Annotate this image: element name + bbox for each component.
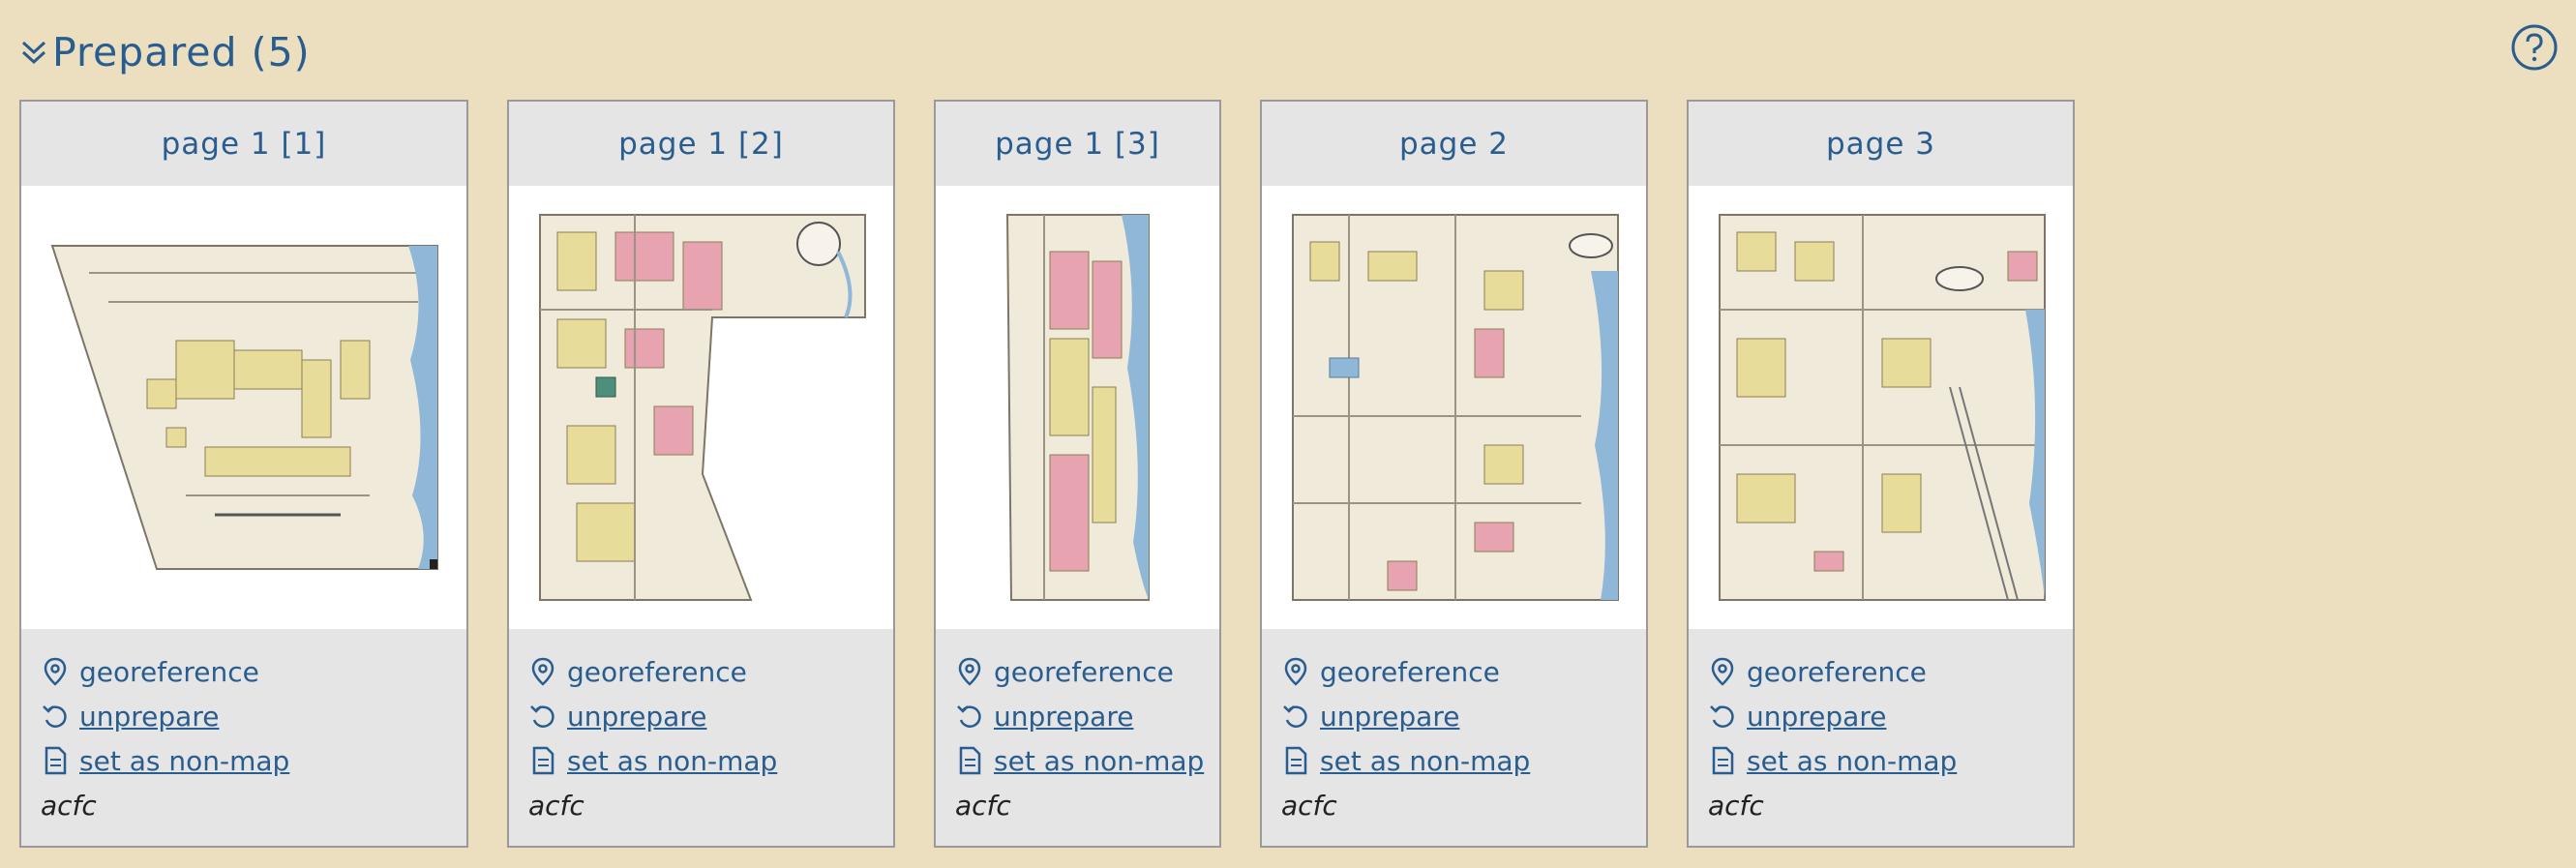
map-thumbnail[interactable] [509, 186, 893, 629]
map-pin-icon [44, 657, 67, 686]
unprepare-label: unprepare [1747, 700, 1887, 733]
card-title[interactable]: page 1 [3] [936, 102, 1219, 186]
card-title[interactable]: page 1 [1] [21, 102, 466, 186]
map-thumbnail[interactable] [936, 186, 1219, 629]
undo-icon [1283, 705, 1307, 728]
unprepare-link[interactable]: unprepare [955, 694, 1212, 738]
page-card: page 1 [1] georeference unprepare set as… [19, 100, 468, 848]
unprepare-link[interactable]: unprepare [1281, 694, 1638, 738]
card-actions: georeference unprepare set as non-map ac… [955, 649, 1212, 827]
owner-label: acfc [1281, 789, 1337, 822]
set-non-map-link[interactable]: set as non-map [1708, 738, 2065, 783]
georeference-link[interactable]: georeference [1708, 649, 2065, 694]
card-title[interactable]: page 2 [1262, 102, 1646, 186]
set-non-map-link[interactable]: set as non-map [41, 738, 459, 783]
georeference-label: georeference [1747, 655, 1927, 688]
unprepare-label: unprepare [1320, 700, 1460, 733]
undo-icon [530, 705, 554, 728]
document-icon [1285, 746, 1307, 775]
owner-label: acfc [528, 789, 584, 822]
map-pin-icon [958, 657, 981, 686]
set-non-map-label: set as non-map [994, 744, 1205, 777]
chevron-double-down-icon[interactable] [19, 31, 48, 74]
map-thumbnail[interactable] [21, 186, 466, 629]
set-non-map-link[interactable]: set as non-map [1281, 738, 1638, 783]
undo-icon [1710, 705, 1734, 728]
undo-icon [957, 705, 981, 728]
unprepare-link[interactable]: unprepare [41, 694, 459, 738]
set-non-map-link[interactable]: set as non-map [955, 738, 1212, 783]
map-thumbnail[interactable] [1689, 186, 2073, 629]
section-title: Prepared (5) [52, 29, 311, 75]
owner-label: acfc [41, 789, 97, 822]
set-non-map-label: set as non-map [79, 744, 290, 777]
help-icon[interactable] [2510, 23, 2559, 72]
unprepare-label: unprepare [567, 700, 707, 733]
page-card: page 1 [2] georeference unprepare set as… [507, 100, 895, 848]
georeference-link[interactable]: georeference [1281, 649, 1638, 694]
set-non-map-label: set as non-map [1320, 744, 1531, 777]
unprepare-link[interactable]: unprepare [1708, 694, 2065, 738]
card-actions: georeference unprepare set as non-map ac… [1281, 649, 1638, 827]
sanborn-map-sheet [539, 214, 866, 601]
georeference-link[interactable]: georeference [41, 649, 459, 694]
georeference-link[interactable]: georeference [528, 649, 885, 694]
georeference-label: georeference [994, 655, 1174, 688]
owner-label: acfc [955, 789, 1011, 822]
sanborn-map-sheet [50, 245, 438, 570]
owner-label: acfc [1708, 789, 1764, 822]
set-non-map-link[interactable]: set as non-map [528, 738, 885, 783]
document-icon [1712, 746, 1734, 775]
set-non-map-label: set as non-map [1747, 744, 1958, 777]
map-pin-icon [1284, 657, 1307, 686]
map-pin-icon [1711, 657, 1734, 686]
document-icon [959, 746, 981, 775]
georeference-label: georeference [79, 655, 259, 688]
map-pin-icon [531, 657, 554, 686]
page-card: page 2 georeference unprepare set as non… [1260, 100, 1648, 848]
document-icon [532, 746, 554, 775]
map-thumbnail[interactable] [1262, 186, 1646, 629]
unprepare-label: unprepare [994, 700, 1134, 733]
georeference-link[interactable]: georeference [955, 649, 1212, 694]
page-card: page 3 georeference unprepare set as non… [1687, 100, 2075, 848]
sanborn-map-sheet [1719, 214, 2046, 601]
document-icon [45, 746, 67, 775]
sanborn-map-sheet [1292, 214, 1619, 601]
set-non-map-label: set as non-map [567, 744, 778, 777]
card-actions: georeference unprepare set as non-map ac… [41, 649, 459, 827]
sanborn-map-sheet [1005, 214, 1150, 601]
card-title[interactable]: page 1 [2] [509, 102, 893, 186]
section-header[interactable]: Prepared (5) [19, 21, 311, 83]
unprepare-link[interactable]: unprepare [528, 694, 885, 738]
georeference-label: georeference [1320, 655, 1500, 688]
card-title[interactable]: page 3 [1689, 102, 2073, 186]
card-actions: georeference unprepare set as non-map ac… [528, 649, 885, 827]
georeference-label: georeference [567, 655, 747, 688]
unprepare-label: unprepare [79, 700, 220, 733]
undo-icon [43, 705, 67, 728]
page-card: page 1 [3] georeference unprepare set as… [934, 100, 1221, 848]
card-actions: georeference unprepare set as non-map ac… [1708, 649, 2065, 827]
